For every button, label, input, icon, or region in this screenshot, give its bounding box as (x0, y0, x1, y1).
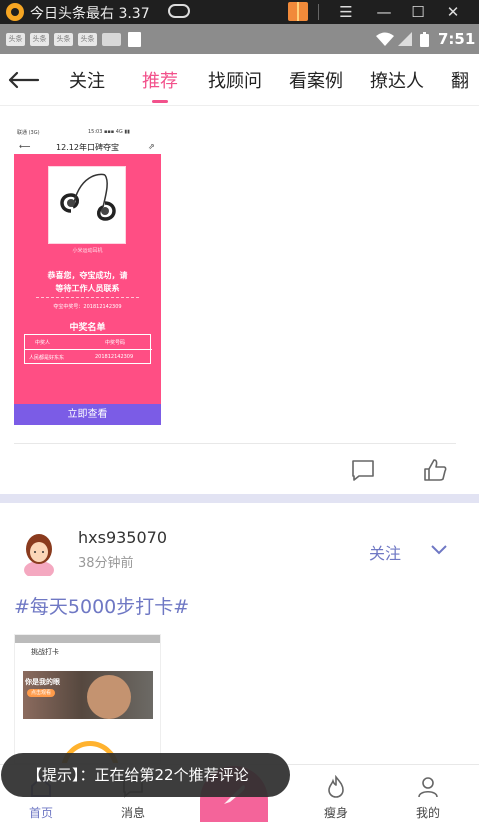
table-header-cell: 中奖号码 (105, 340, 126, 346)
post-image[interactable]: 联通 (3G) 15:03 ▪▪▪ 4G ▮▮ ⟵ 12.12年口碑夺宝 ⇗ 小… (14, 126, 161, 425)
back-arrow-icon[interactable] (6, 64, 42, 94)
view-now-button[interactable]: 立即查看 (14, 404, 161, 425)
app-frame: 今日头条最右 3.37 ☰ — ☐ ✕ 头条 头条 头条 头条 7:51 关注 … (0, 0, 479, 825)
product-photo (48, 166, 126, 244)
menu-icon[interactable]: ☰ (334, 0, 358, 24)
image-status-text: 联通 (3G) (17, 130, 40, 136)
notification-icon (128, 32, 141, 47)
thumbnail-caption: 你是我的眼 (25, 678, 60, 686)
image-title: 12.12年口碑夺宝 (56, 143, 119, 152)
post-time: 38分钟前 (78, 556, 134, 571)
nav-label: 我的 (415, 806, 440, 820)
table-header-cell: 中奖人 (35, 340, 51, 346)
title-bar-divider (318, 4, 319, 20)
nav-profile[interactable]: 我的 (398, 775, 458, 825)
status-bar: 头条 头条 头条 头条 7:51 (0, 24, 479, 54)
tab-more[interactable]: 翻 (451, 67, 469, 93)
nav-label: 消息 (120, 806, 145, 820)
section-separator (0, 494, 479, 503)
gamepad-icon[interactable] (168, 4, 190, 18)
signal-icon (398, 32, 412, 46)
thumbnail-chip: 点击观看 (27, 689, 55, 697)
notification-icon (102, 33, 121, 46)
tab-cases[interactable]: 看案例 (289, 67, 343, 93)
nav-label: 瘦身 (323, 806, 348, 820)
winners-table: 中奖人 中奖号码 人民都是好东东 201812142309 (24, 334, 152, 365)
comment-icon[interactable] (350, 457, 376, 483)
image-share-icon: ⇗ (148, 142, 155, 151)
username[interactable]: hxs935070 (78, 528, 167, 547)
notification-icon: 头条 (54, 33, 73, 46)
notification-icon: 头条 (78, 33, 97, 46)
congrats-text: 恭喜您，夺宝成功，请 等待工作人员联系 (34, 269, 141, 295)
congrats-line: 恭喜您，夺宝成功，请 (47, 271, 128, 280)
table-row: 中奖人 中奖号码 (25, 335, 152, 350)
winning-number: 夺宝中奖号：201812142309 (53, 304, 122, 310)
like-icon[interactable] (422, 457, 448, 483)
product-name: 小米运动耳机 (72, 248, 103, 254)
follow-button[interactable]: 关注 (369, 540, 401, 564)
tab-experts[interactable]: 撩达人 (370, 67, 424, 93)
notification-icon: 头条 (6, 33, 25, 46)
earphone-icon (60, 173, 116, 221)
hashtag-link[interactable]: #每天5000步打卡# (14, 592, 189, 619)
table-cell: 人民都是好东东 (29, 355, 65, 361)
profile-icon (418, 777, 438, 798)
post-divider (14, 443, 456, 444)
table-cell: 201812142309 (95, 354, 134, 360)
congrats-line: 等待工作人员联系 (55, 284, 120, 293)
avatar[interactable] (18, 530, 60, 576)
emulator-logo-icon (6, 3, 24, 21)
table-row: 人民都是好东东 201812142309 (25, 350, 152, 365)
emulator-title: 今日头条最右 3.37 (30, 6, 150, 22)
active-tab-indicator (152, 100, 168, 103)
top-nav: 关注 推荐 找顾问 看案例 撩达人 翻 (0, 54, 479, 106)
minimize-icon[interactable]: — (372, 0, 396, 24)
dashed-divider (36, 297, 139, 298)
image-title: 挑战打卡 (31, 648, 59, 656)
image-status-text: 15:03 ▪▪▪ 4G ▮▮ (88, 129, 130, 135)
maximize-icon[interactable]: ☐ (406, 0, 430, 24)
winners-title: 中奖名单 (69, 323, 106, 333)
emulator-title-bar: 今日头条最右 3.37 ☰ — ☐ ✕ (0, 0, 479, 24)
wifi-icon (376, 32, 394, 46)
toast-message: 【提示】：正在给第22个推荐评论 (1, 753, 290, 797)
gift-icon[interactable] (288, 2, 308, 21)
person-photo (87, 675, 131, 719)
nav-slim[interactable]: 瘦身 (306, 775, 366, 825)
image-header (15, 635, 160, 643)
post-image[interactable]: 挑战打卡 你是我的眼 点击观看 (14, 634, 161, 764)
chevron-down-icon[interactable] (430, 544, 448, 556)
notification-icon: 头条 (30, 33, 49, 46)
battery-icon (420, 32, 429, 47)
nav-label: 首页 (28, 806, 53, 820)
flame-icon (328, 775, 344, 798)
tab-find-advisor[interactable]: 找顾问 (208, 67, 262, 93)
close-icon[interactable]: ✕ (441, 0, 465, 24)
tab-recommend[interactable]: 推荐 (142, 67, 178, 93)
tab-follow[interactable]: 关注 (69, 67, 105, 93)
status-time: 7:51 (438, 30, 476, 48)
